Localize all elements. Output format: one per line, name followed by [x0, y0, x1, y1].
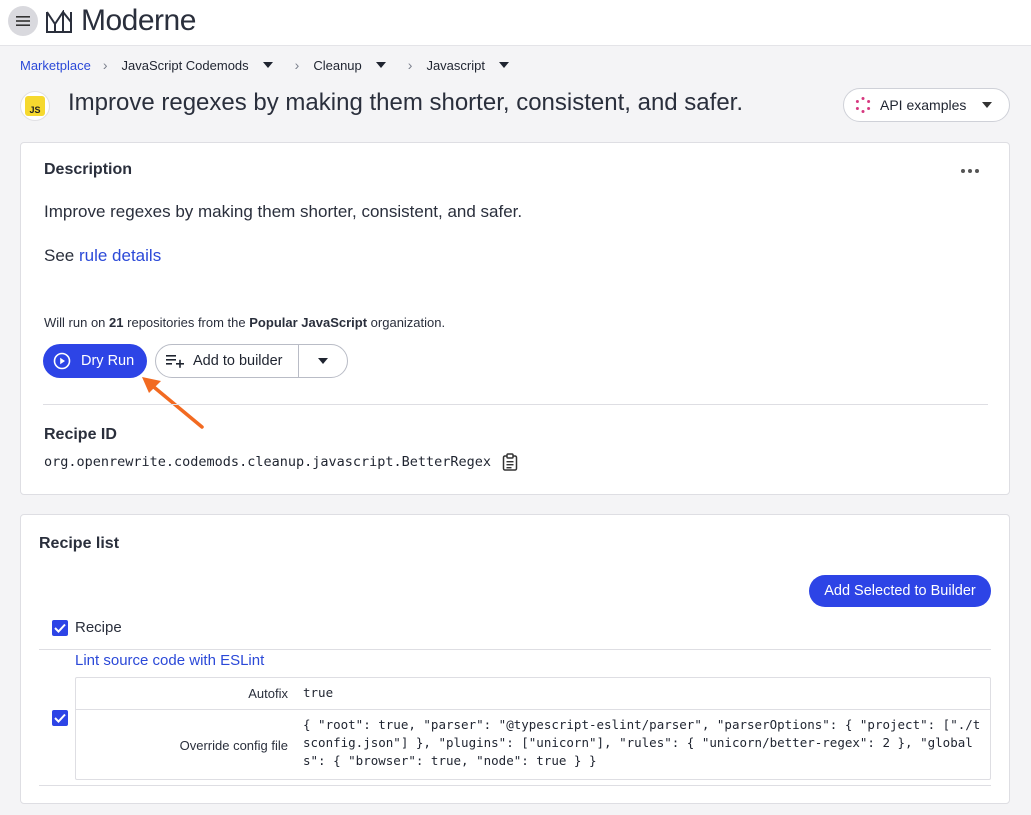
will-run-prefix: Will run on	[44, 315, 106, 330]
checkmark-icon	[54, 713, 66, 723]
will-run-suffix: organization.	[370, 315, 446, 330]
breadcrumb-javascript-codemods[interactable]: JavaScript Codemods	[121, 57, 273, 73]
chevron-right-icon: ›	[407, 57, 413, 73]
see-prefix: See	[44, 246, 75, 265]
breadcrumb-marketplace[interactable]: Marketplace	[20, 58, 91, 73]
recipe-list-card: Recipe list Add Selected to Builder Reci…	[20, 514, 1010, 804]
hamburger-icon	[16, 16, 30, 26]
javascript-badge-icon: JS	[20, 91, 50, 121]
moderne-logo-icon[interactable]	[46, 10, 72, 34]
dry-run-button[interactable]: Dry Run	[43, 344, 147, 378]
description-card: Description Improve regexes by making th…	[20, 142, 1010, 495]
dry-run-label: Dry Run	[81, 353, 135, 369]
breadcrumb-javascript[interactable]: Javascript	[426, 58, 509, 73]
add-to-builder-dropdown[interactable]	[299, 345, 347, 377]
repo-count: 21	[109, 315, 124, 330]
divider	[39, 785, 991, 786]
breadcrumb: Marketplace › JavaScript Codemods › Clea…	[20, 56, 509, 74]
description-heading: Description	[44, 161, 133, 178]
recipe-id-row: org.openrewrite.codemods.cleanup.javascr…	[44, 453, 518, 471]
option-row: Autofix true	[76, 678, 990, 710]
recipe-row-checkbox[interactable]	[52, 710, 68, 726]
select-all-checkbox[interactable]	[52, 620, 68, 636]
recipe-options-table: Autofix true Override config file { "roo…	[75, 677, 991, 780]
menu-button[interactable]	[8, 6, 38, 36]
breadcrumb-label: Cleanup	[313, 57, 362, 73]
caret-down-icon	[262, 62, 273, 68]
org-name: Popular JavaScript	[249, 315, 368, 330]
option-label: Override config file	[179, 738, 288, 753]
js-badge-label: JS	[25, 96, 45, 116]
will-run-text: Will run on 21 repositories from the Pop…	[44, 315, 445, 330]
top-bar: Moderne	[0, 0, 1031, 46]
caret-down-icon	[982, 102, 993, 108]
logo-text[interactable]: Moderne	[81, 4, 196, 38]
caret-down-icon	[498, 62, 509, 68]
add-selected-to-builder-button[interactable]: Add Selected to Builder	[809, 575, 991, 607]
annotation-arrow-icon	[142, 377, 204, 429]
api-examples-button[interactable]: API examples	[843, 88, 1010, 122]
api-examples-label: API examples	[880, 97, 967, 113]
divider	[43, 404, 988, 405]
play-circle-icon	[53, 352, 71, 370]
breadcrumb-label: JavaScript Codemods	[121, 57, 249, 73]
page-title: Improve regexes by making them shorter, …	[68, 89, 743, 116]
breadcrumb-cleanup[interactable]: Cleanup	[313, 57, 386, 73]
recipe-column-header: Recipe	[75, 619, 122, 636]
description-text: Improve regexes by making them shorter, …	[44, 202, 523, 221]
caret-down-icon	[318, 358, 328, 364]
add-to-builder-label: Add to builder	[193, 353, 283, 369]
clipboard-copy-icon[interactable]	[502, 453, 518, 471]
option-value: true	[303, 685, 334, 700]
recipe-id-value: org.openrewrite.codemods.cleanup.javascr…	[44, 454, 492, 470]
chevron-right-icon: ›	[294, 57, 300, 73]
playlist-add-icon	[166, 355, 184, 368]
breadcrumb-label: Javascript	[426, 57, 485, 73]
option-value: { "root": true, "parser": "@typescript-e…	[303, 717, 981, 768]
api-icon	[855, 97, 871, 113]
rule-details-link[interactable]: rule details	[79, 246, 161, 265]
caret-down-icon	[375, 62, 386, 68]
recipe-link-eslint[interactable]: Lint source code with ESLint	[75, 652, 264, 669]
recipe-list-heading: Recipe list	[39, 535, 120, 552]
will-run-middle: repositories from the	[127, 315, 246, 330]
option-label: Autofix	[248, 686, 288, 701]
see-rule-details: See rule details	[44, 246, 161, 266]
checkmark-icon	[54, 623, 66, 633]
chevron-right-icon: ›	[102, 57, 108, 73]
more-options-icon[interactable]	[961, 169, 979, 173]
recipe-id-heading: Recipe ID	[44, 426, 117, 443]
divider	[39, 649, 991, 650]
